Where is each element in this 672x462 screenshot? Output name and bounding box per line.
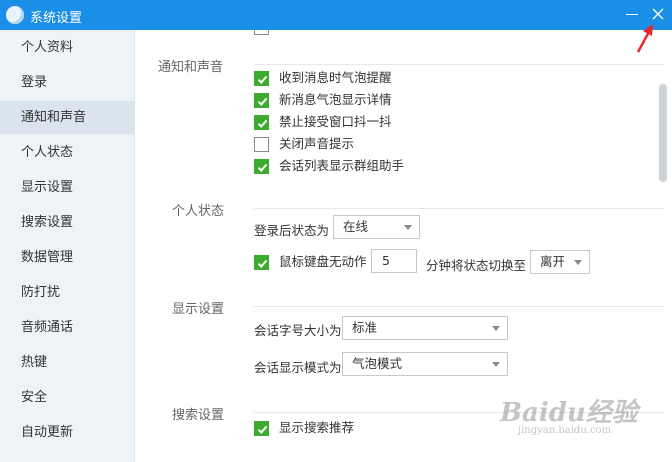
close-icon [652,8,664,20]
font-size-label: 会话字号大小为 [254,323,342,338]
sidebar-item-security[interactable]: 安全 [0,381,135,414]
checkmark-icon [257,259,268,268]
option-label: 禁止接受窗口抖一抖 [279,114,392,129]
section-title-notifications: 通知和声音 [158,60,224,75]
checkbox-checked[interactable] [254,421,269,436]
sidebar-item-dnd[interactable]: 防打扰 [0,276,135,309]
checkmark-icon [257,75,268,84]
checkmark-icon [257,119,268,128]
option-label: 显示搜索推荐 [279,420,355,435]
minimize-button[interactable] [622,4,642,24]
checkmark-icon [257,163,268,172]
select-value: 在线 [343,219,369,234]
sidebar-item-av-call[interactable]: 音频通话 [0,311,135,344]
checkbox-checked[interactable] [254,255,269,270]
option-label: 新消息气泡显示详情 [279,92,392,107]
sidebar-item-status[interactable]: 个人状态 [0,136,135,169]
font-size-select[interactable]: 标准 [342,316,508,340]
sidebar-item-label: 安全 [21,390,48,405]
option-label: 收到消息时气泡提醒 [279,70,392,85]
sidebar-item-label: 防打扰 [21,285,61,300]
checkmark-icon [257,425,268,434]
checkbox-unchecked[interactable] [254,137,269,152]
chevron-down-icon [574,260,582,265]
sidebar-item-label: 通知和声音 [21,110,87,125]
checkbox-checked[interactable] [254,159,269,174]
partial-checkbox-box [254,30,269,35]
watermark-logo: Baidu经验 [500,398,638,428]
switch-status-label: 分钟将状态切换至 [426,258,527,273]
annotation-arrow-icon [636,24,653,53]
settings-sidebar: 个人资料 登录 通知和声音 个人状态 显示设置 搜索设置 数据管理 防打扰 音频… [0,30,135,462]
sidebar-item-label: 搜索设置 [21,215,74,230]
sidebar-item-search[interactable]: 搜索设置 [0,206,135,239]
sidebar-item-auto-update[interactable]: 自动更新 [0,416,135,449]
idle-status-select[interactable]: 离开 [530,250,590,274]
window-title: 系统设置 [30,11,83,26]
section-title-status: 个人状态 [172,204,225,219]
option-label: 鼠标键盘无动作 [279,254,367,269]
sidebar-item-label: 热键 [21,355,48,370]
title-bar: 系统设置 [0,0,672,30]
sidebar-item-label: 自动更新 [21,425,74,440]
app-logo-icon [6,6,24,24]
chevron-down-icon [492,326,500,331]
sidebar-item-notifications[interactable]: 通知和声音 [0,101,135,134]
sidebar-item-data[interactable]: 数据管理 [0,241,135,274]
sidebar-item-label: 登录 [21,75,48,90]
section-divider [254,306,664,307]
sidebar-item-profile[interactable]: 个人资料 [0,31,135,64]
option-label: 会话列表显示群组助手 [279,158,405,173]
sidebar-item-label: 显示设置 [21,180,74,195]
sidebar-item-login[interactable]: 登录 [0,66,135,99]
login-status-select[interactable]: 在线 [333,215,420,239]
option-label: 关闭声音提示 [279,136,355,151]
idle-minutes-input[interactable]: 5 [371,249,417,273]
select-value: 气泡模式 [352,356,403,371]
scrollbar-thumb[interactable] [659,84,667,182]
section-divider [254,64,664,65]
close-button[interactable] [648,4,668,24]
partial-option-text [279,30,339,33]
login-status-label: 登录后状态为 [254,223,330,238]
sidebar-item-hotkeys[interactable]: 热键 [0,346,135,379]
sidebar-item-label: 个人资料 [21,40,74,55]
sidebar-item-label: 个人状态 [21,145,74,160]
section-title-search: 搜索设置 [172,408,225,423]
chevron-down-icon [404,225,412,230]
checkbox-checked[interactable] [254,115,269,130]
display-mode-select[interactable]: 气泡模式 [342,352,508,376]
checkmark-icon [257,97,268,106]
sidebar-item-label: 音频通话 [21,320,74,335]
baidu-watermark: Baidu经验 jingyan.baidu.com [500,392,638,436]
section-title-display: 显示设置 [172,302,225,317]
section-divider [254,208,664,209]
display-mode-label: 会话显示模式为 [254,360,342,375]
sidebar-item-label: 数据管理 [21,250,74,265]
checkbox-checked[interactable] [254,71,269,86]
select-value: 离开 [540,254,566,269]
checkbox-checked[interactable] [254,93,269,108]
chevron-down-icon [492,362,500,367]
select-value: 标准 [352,320,378,335]
sidebar-item-display[interactable]: 显示设置 [0,171,135,204]
minimize-icon [626,14,638,15]
